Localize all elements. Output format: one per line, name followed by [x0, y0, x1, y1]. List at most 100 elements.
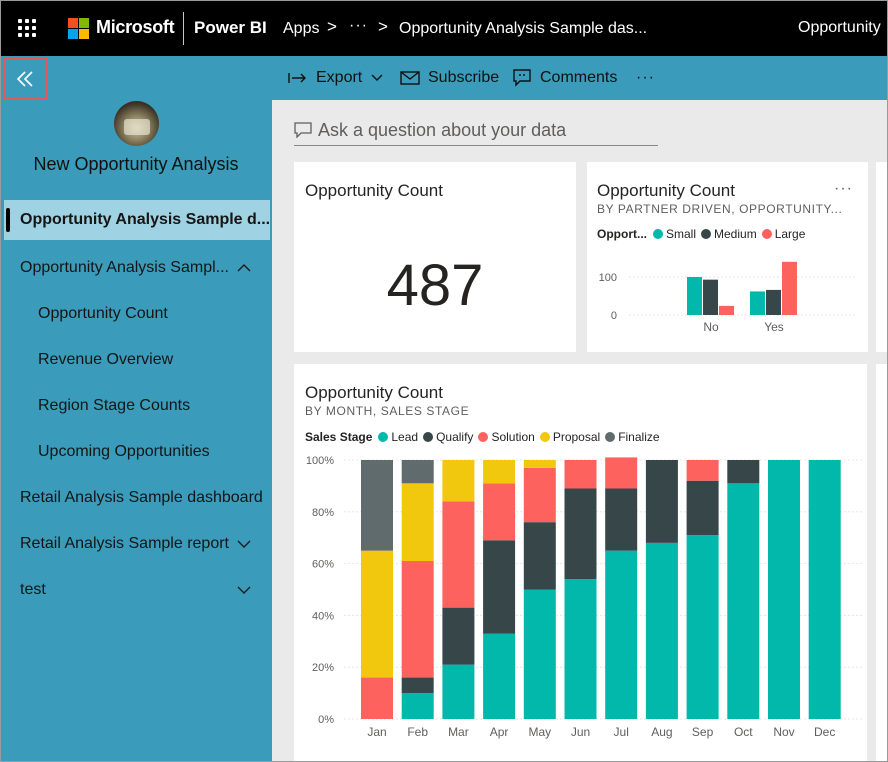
bar-segment-lead-sep[interactable]: [686, 535, 719, 719]
legend-item[interactable]: Finalize: [605, 430, 660, 444]
chat-bubble-icon: [294, 122, 312, 138]
bar-segment-solution-jan[interactable]: [361, 677, 393, 719]
nav-item-label: Opportunity Analysis Sample d...: [20, 211, 271, 228]
app-launcher-icon[interactable]: [18, 19, 36, 37]
bar-segment-proposal-may[interactable]: [523, 460, 556, 468]
nav-item[interactable]: test: [0, 570, 272, 610]
bar-segment-lead-oct[interactable]: [727, 483, 760, 719]
breadcrumb-separator-icon: >: [378, 17, 388, 36]
export-button[interactable]: Export: [288, 69, 384, 87]
bar-segment-qualify-sep[interactable]: [686, 480, 719, 536]
nav-item[interactable]: Opportunity Count: [0, 294, 272, 334]
subscribe-button[interactable]: Subscribe: [400, 69, 499, 87]
bar-segment-solution-mar[interactable]: [442, 501, 475, 608]
bar-segment-finalize-feb[interactable]: [401, 460, 434, 484]
bar-segment-qualify-jun[interactable]: [564, 488, 597, 580]
brand-name[interactable]: Microsoft: [96, 17, 175, 38]
bar-small-yes[interactable]: [750, 291, 765, 315]
legend-swatch: [605, 432, 616, 442]
collapse-nav-button[interactable]: [4, 58, 48, 100]
bar-segment-lead-nov[interactable]: [768, 460, 800, 719]
tile-opportunity-count-card[interactable]: Opportunity Count 487: [294, 162, 576, 352]
bar-segment-lead-mar[interactable]: [442, 664, 475, 719]
legend-item[interactable]: Solution: [478, 430, 535, 444]
bar-segment-qualify-mar[interactable]: [442, 607, 475, 665]
y-tick-label: 20%: [312, 662, 334, 674]
nav-item[interactable]: Opportunity Analysis Sample d...: [4, 200, 270, 240]
nav-item[interactable]: Region Stage Counts: [0, 386, 272, 426]
bar-segment-proposal-jan[interactable]: [361, 550, 393, 678]
bar-segment-proposal-apr[interactable]: [483, 460, 516, 484]
legend-swatch: [378, 432, 389, 442]
bar-segment-solution-jun[interactable]: [564, 460, 597, 489]
bar-segment-lead-dec[interactable]: [808, 460, 841, 719]
subscribe-label: Subscribe: [428, 69, 500, 86]
nav-item[interactable]: Retail Analysis Sample dashboard: [0, 478, 272, 518]
legend-label: Solution: [491, 430, 535, 444]
bar-small-no[interactable]: [687, 277, 702, 315]
legend-label: Medium: [714, 227, 757, 241]
legend-item[interactable]: Lead: [378, 430, 418, 444]
nav-item[interactable]: Retail Analysis Sample report: [0, 524, 272, 564]
breadcrumb-more[interactable]: ···: [349, 17, 368, 35]
tile-opportunity-by-month[interactable]: Opportunity Count BY MONTH, SALES STAGE …: [294, 364, 867, 762]
bar-segment-qualify-apr[interactable]: [483, 540, 516, 634]
bar-large-yes[interactable]: [782, 261, 797, 315]
chevron-down-icon[interactable]: [236, 536, 252, 552]
bar-segment-qualify-aug[interactable]: [645, 460, 678, 543]
bar-segment-qualify-oct[interactable]: [727, 460, 760, 484]
bar-segment-qualify-may[interactable]: [523, 522, 556, 590]
breadcrumb-current[interactable]: Opportunity Analysis Sample das...: [399, 20, 647, 38]
legend-item[interactable]: Medium: [701, 227, 757, 241]
nav-item[interactable]: Upcoming Opportunities: [0, 432, 272, 472]
bar-medium-no[interactable]: [703, 279, 718, 315]
nav-item-label: Revenue Overview: [38, 351, 174, 368]
bar-segment-qualify-jul[interactable]: [605, 488, 638, 551]
bar-segment-lead-jun[interactable]: [564, 579, 597, 719]
nav-item[interactable]: Opportunity Analysis Sampl...: [0, 248, 272, 288]
more-options-button[interactable]: ···: [636, 69, 655, 87]
comments-button[interactable]: Comments: [512, 69, 617, 87]
bar-segment-proposal-feb[interactable]: [401, 483, 434, 562]
tile-title: Opportunity Count: [597, 181, 735, 200]
bar-segment-solution-sep[interactable]: [686, 460, 719, 481]
bar-segment-finalize-jan[interactable]: [361, 460, 393, 551]
legend-item[interactable]: Qualify: [423, 430, 473, 444]
bar-large-no[interactable]: [719, 305, 734, 315]
nav-item-label: Upcoming Opportunities: [38, 443, 210, 460]
chevron-down-icon[interactable]: [236, 582, 252, 598]
y-tick-label: 100: [599, 272, 617, 284]
nav-item-label: Retail Analysis Sample dashboard: [20, 489, 263, 506]
bar-segment-qualify-feb[interactable]: [401, 677, 434, 694]
nav-item[interactable]: Revenue Overview: [0, 340, 272, 380]
chevron-up-icon[interactable]: [236, 260, 252, 276]
page-title: Opportunity: [798, 19, 881, 36]
bar-segment-solution-feb[interactable]: [401, 561, 434, 678]
bar-medium-yes[interactable]: [766, 289, 781, 315]
tile-partial-right[interactable]: [876, 364, 888, 762]
x-tick-label: Feb: [407, 725, 428, 739]
nav-item-label: Opportunity Analysis Sampl...: [20, 259, 229, 276]
legend-item[interactable]: Small: [653, 227, 696, 241]
tile-partial-right[interactable]: [876, 162, 888, 352]
bar-segment-lead-apr[interactable]: [483, 633, 516, 719]
bar-segment-solution-jul[interactable]: [605, 457, 638, 489]
breadcrumb-apps[interactable]: Apps: [283, 20, 319, 38]
tile-more-options-button[interactable]: ···: [834, 180, 853, 198]
bar-segment-solution-may[interactable]: [523, 467, 556, 523]
bar-segment-lead-feb[interactable]: [401, 693, 434, 719]
bar-segment-lead-aug[interactable]: [645, 542, 678, 719]
legend-label: Finalize: [618, 430, 660, 444]
legend-title: Sales Stage: [305, 430, 373, 444]
product-name[interactable]: Power BI: [194, 18, 267, 38]
bar-segment-proposal-mar[interactable]: [442, 460, 475, 502]
tile-title: Opportunity Count: [305, 181, 443, 200]
bar-segment-lead-may[interactable]: [523, 589, 556, 720]
legend-item[interactable]: Proposal: [539, 430, 600, 444]
legend-item[interactable]: Large: [761, 227, 805, 241]
tile-opportunity-by-partner[interactable]: Opportunity Count ··· BY PARTNER DRIVEN,…: [587, 162, 868, 352]
bar-segment-lead-jul[interactable]: [605, 550, 638, 719]
app-avatar: [114, 101, 159, 146]
qna-search-box[interactable]: Ask a question about your data: [294, 116, 658, 146]
bar-segment-solution-apr[interactable]: [483, 483, 516, 541]
